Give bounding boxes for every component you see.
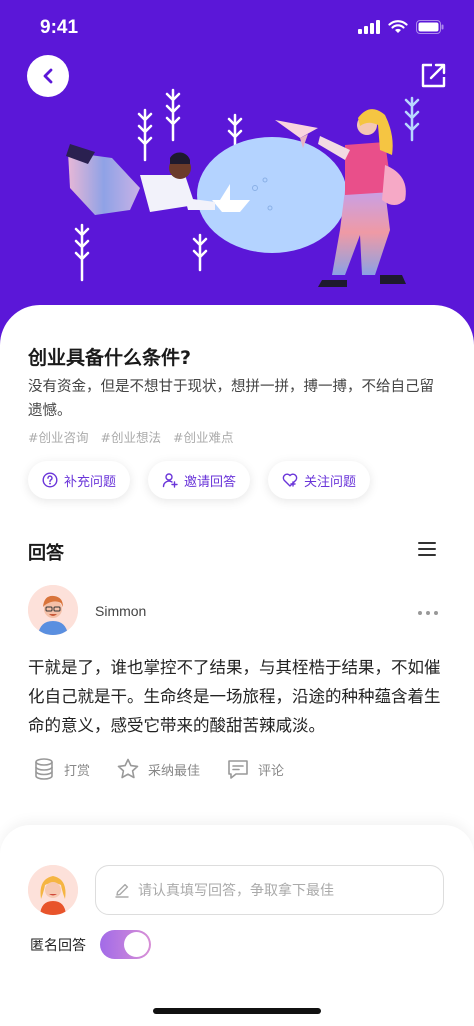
anonymous-toggle[interactable]: [100, 930, 151, 959]
signal-icon: [358, 20, 380, 34]
reward-button[interactable]: 打赏: [32, 757, 90, 781]
follow-question-button[interactable]: 关注问题: [268, 461, 371, 499]
question-title: 创业具备什么条件?: [28, 347, 192, 369]
comment-icon: [228, 760, 248, 779]
status-icons: [358, 20, 444, 34]
question-circle-icon: [42, 472, 58, 488]
home-indicator: [153, 1008, 321, 1014]
answer-composer: 请认真填写回答，争取拿下最佳 匿名回答: [0, 825, 474, 1026]
heart-icon: [282, 473, 298, 487]
add-user-icon: [162, 473, 178, 488]
accept-best-button[interactable]: 采纳最佳: [116, 757, 200, 781]
avatar-illustration: [28, 865, 78, 915]
supplement-question-label: 补充问题: [64, 474, 117, 490]
more-options-icon[interactable]: [418, 611, 438, 615]
toggle-knob: [124, 932, 149, 957]
comment-button[interactable]: 评论: [226, 757, 284, 781]
star-icon: [117, 758, 139, 779]
answer-actions: 打赏 采纳最佳 评论: [32, 757, 284, 781]
tag[interactable]: #创业想法: [100, 427, 160, 446]
question-actions: 补充问题 邀请回答 关注问题: [28, 461, 371, 499]
question-description: 没有资金，但是不想甘于现状，想拼一拼，搏一搏，不给自己留遗憾。: [28, 379, 434, 419]
answer-author[interactable]: Simmon: [95, 603, 146, 619]
tag[interactable]: #创业咨询: [28, 427, 88, 446]
question-card: 创业具备什么条件? 没有资金，但是不想甘于现状，想拼一拼，搏一搏，不给自己留遗憾…: [0, 305, 474, 1026]
answer-input-placeholder: 请认真填写回答，争取拿下最佳: [138, 883, 334, 899]
reward-label: 打赏: [64, 763, 91, 779]
invite-answer-label: 邀请回答: [184, 474, 237, 490]
invite-answer-button[interactable]: 邀请回答: [148, 461, 251, 499]
answers-section-title: 回答: [28, 543, 64, 564]
hero-banner: 9:41: [0, 0, 474, 345]
answer-text: 干就是了，谁也掌控不了结果，与其桎梏于结果，不如催化自己就是干。生命终是一场旅程…: [28, 658, 441, 735]
menu-icon[interactable]: [418, 541, 436, 557]
pencil-icon: [115, 883, 129, 898]
hero-illustration: [66, 88, 420, 287]
follow-question-label: 关注问题: [304, 474, 357, 490]
accept-best-label: 采纳最佳: [148, 763, 201, 779]
wifi-icon: [388, 20, 408, 33]
avatar-illustration: [28, 585, 78, 635]
battery-icon: [416, 20, 444, 34]
status-time: 9:41: [40, 17, 79, 38]
status-bar: 9:41: [0, 0, 474, 56]
coin-stack-icon: [35, 758, 53, 780]
comment-label: 评论: [258, 763, 285, 779]
anonymous-label: 匿名回答: [30, 938, 86, 954]
tag[interactable]: #创业难点: [173, 427, 233, 446]
avatar[interactable]: [28, 585, 78, 635]
supplement-question-button[interactable]: 补充问题: [28, 461, 131, 499]
answer-input[interactable]: 请认真填写回答，争取拿下最佳: [95, 865, 444, 915]
question-tags: #创业咨询 #创业想法 #创业难点: [28, 427, 233, 446]
my-avatar: [28, 865, 78, 915]
